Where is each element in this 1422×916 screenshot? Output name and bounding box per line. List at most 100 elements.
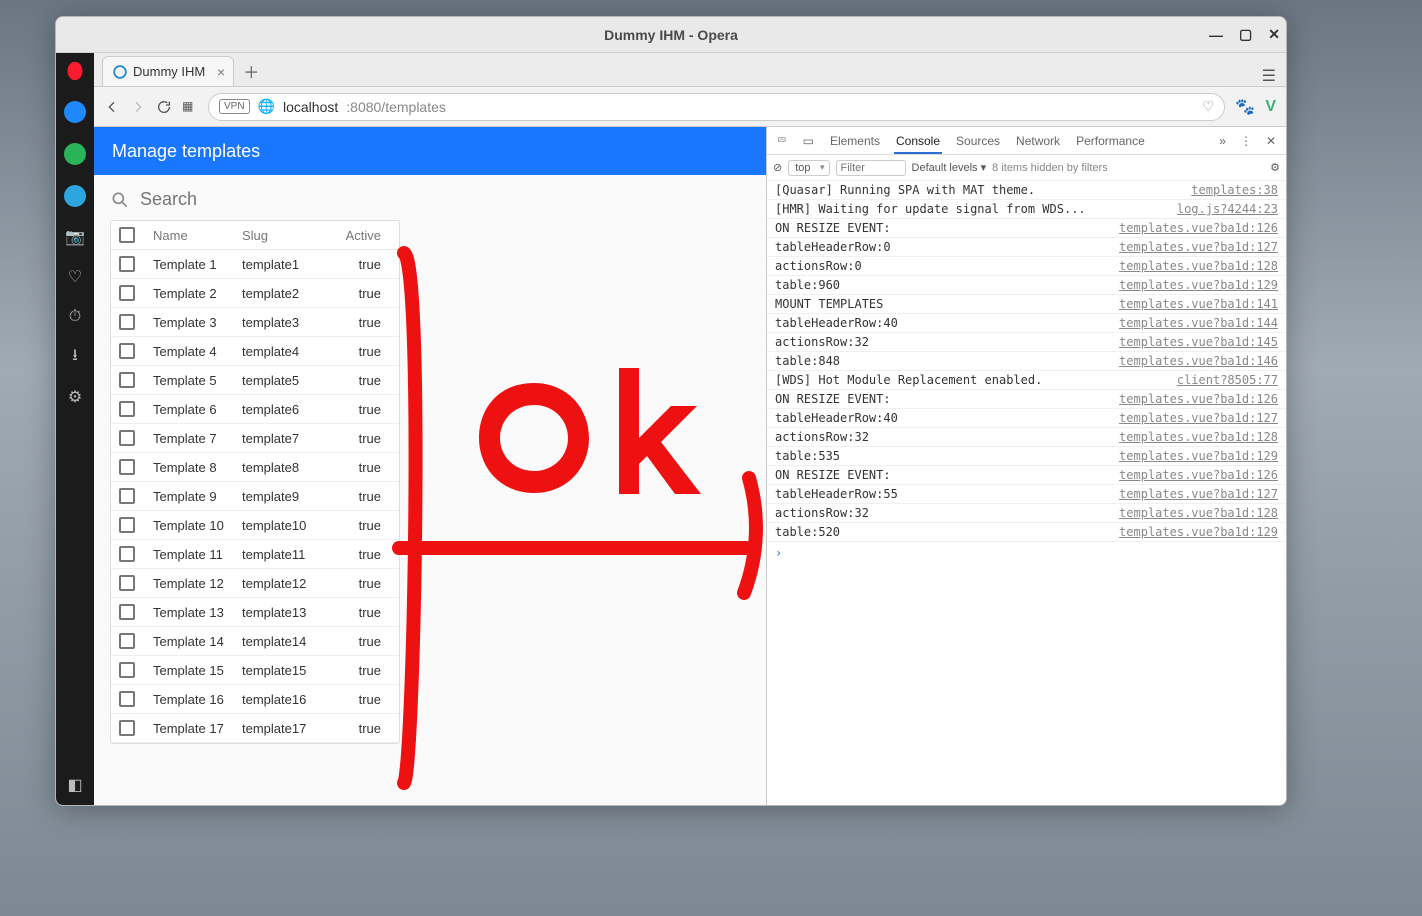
table-row[interactable]: Template 1template1true <box>111 250 399 279</box>
log-source-link[interactable]: templates.vue?ba1d:126 <box>1119 221 1278 235</box>
row-checkbox[interactable] <box>119 546 135 562</box>
close-button[interactable]: ✕ <box>1268 26 1280 43</box>
console-filter-input[interactable] <box>836 160 906 176</box>
log-source-link[interactable]: templates.vue?ba1d:128 <box>1119 259 1278 273</box>
row-checkbox[interactable] <box>119 575 135 591</box>
inspect-icon[interactable]: ⮹ <box>775 127 789 154</box>
telegram-icon[interactable] <box>64 185 86 207</box>
table-row[interactable]: Template 11template11true <box>111 540 399 569</box>
table-row[interactable]: Template 13template13true <box>111 598 399 627</box>
snapshot-icon[interactable]: 📷 <box>65 227 85 247</box>
row-checkbox[interactable] <box>119 633 135 649</box>
tab-menu-button[interactable]: ☰ <box>1262 66 1276 86</box>
clear-console-icon[interactable]: ⊘ <box>773 161 782 174</box>
log-source-link[interactable]: templates.vue?ba1d:129 <box>1119 278 1278 292</box>
log-source-link[interactable]: log.js?4244:23 <box>1177 202 1278 216</box>
row-checkbox[interactable] <box>119 662 135 678</box>
devtools-menu-icon[interactable]: ⋮ <box>1238 128 1254 154</box>
opera-logo-icon[interactable] <box>65 61 85 81</box>
log-source-link[interactable]: templates:38 <box>1191 183 1278 197</box>
select-all-checkbox[interactable] <box>119 227 135 243</box>
console-scope-select[interactable]: top <box>788 160 829 176</box>
whatsapp-icon[interactable] <box>64 143 86 165</box>
sidebar-collapse-icon[interactable]: ◧ <box>65 775 85 795</box>
tab-console[interactable]: Console <box>894 128 942 154</box>
log-source-link[interactable]: templates.vue?ba1d:128 <box>1119 506 1278 520</box>
row-checkbox[interactable] <box>119 488 135 504</box>
tab-sources[interactable]: Sources <box>954 128 1002 154</box>
log-source-link[interactable]: templates.vue?ba1d:127 <box>1119 487 1278 501</box>
table-row[interactable]: Template 9template9true <box>111 482 399 511</box>
log-source-link[interactable]: templates.vue?ba1d:129 <box>1119 525 1278 539</box>
console-levels-select[interactable]: Default levels ▾ <box>912 161 987 174</box>
vue-devtools-icon[interactable]: V <box>1265 98 1276 116</box>
row-checkbox[interactable] <box>119 401 135 417</box>
row-checkbox[interactable] <box>119 314 135 330</box>
log-source-link[interactable]: templates.vue?ba1d:126 <box>1119 468 1278 482</box>
bookmark-icon[interactable]: ♡ <box>1202 98 1215 115</box>
log-source-link[interactable]: templates.vue?ba1d:129 <box>1119 449 1278 463</box>
table-row[interactable]: Template 14template14true <box>111 627 399 656</box>
log-source-link[interactable]: templates.vue?ba1d:128 <box>1119 430 1278 444</box>
console-output[interactable]: [Quasar] Running SPA with MAT theme.temp… <box>767 181 1286 805</box>
messenger-icon[interactable] <box>64 101 86 123</box>
table-row[interactable]: Template 17template17true <box>111 714 399 743</box>
log-source-link[interactable]: templates.vue?ba1d:126 <box>1119 392 1278 406</box>
table-row[interactable]: Template 10template10true <box>111 511 399 540</box>
table-row[interactable]: Template 5template5true <box>111 366 399 395</box>
settings-icon[interactable]: ⚙ <box>65 387 85 407</box>
table-row[interactable]: Template 12template12true <box>111 569 399 598</box>
search-input[interactable] <box>140 189 340 210</box>
row-checkbox[interactable] <box>119 691 135 707</box>
devtools-more-icon[interactable]: » <box>1217 128 1228 154</box>
row-checkbox[interactable] <box>119 256 135 272</box>
downloads-icon[interactable]: ⭳ <box>65 347 85 367</box>
console-log-line: tableHeaderRow:40templates.vue?ba1d:127 <box>767 409 1286 428</box>
tab-network[interactable]: Network <box>1014 128 1062 154</box>
row-checkbox[interactable] <box>119 430 135 446</box>
row-checkbox[interactable] <box>119 517 135 533</box>
log-source-link[interactable]: templates.vue?ba1d:144 <box>1119 316 1278 330</box>
row-checkbox[interactable] <box>119 604 135 620</box>
table-row[interactable]: Template 8template8true <box>111 453 399 482</box>
history-icon[interactable]: ⏱ <box>65 307 85 327</box>
log-source-link[interactable]: templates.vue?ba1d:127 <box>1119 240 1278 254</box>
maximize-button[interactable]: ▢ <box>1239 26 1252 43</box>
extension-icon[interactable]: 🐾 <box>1235 97 1255 117</box>
row-active: true <box>331 576 391 591</box>
tab-close-icon[interactable]: × <box>217 64 225 80</box>
log-source-link[interactable]: templates.vue?ba1d:141 <box>1119 297 1278 311</box>
back-button[interactable] <box>104 99 120 115</box>
tab-elements[interactable]: Elements <box>828 128 882 154</box>
table-row[interactable]: Template 16template16true <box>111 685 399 714</box>
log-source-link[interactable]: templates.vue?ba1d:127 <box>1119 411 1278 425</box>
reload-button[interactable] <box>156 99 172 115</box>
table-row[interactable]: Template 6template6true <box>111 395 399 424</box>
row-checkbox[interactable] <box>119 459 135 475</box>
row-checkbox[interactable] <box>119 285 135 301</box>
table-row[interactable]: Template 4template4true <box>111 337 399 366</box>
devtools-close-icon[interactable]: ✕ <box>1264 128 1278 154</box>
speed-dial-icon[interactable]: ▦ <box>182 99 198 115</box>
url-field[interactable]: VPN 🌐 localhost:8080/templates ♡ <box>208 93 1225 121</box>
log-source-link[interactable]: templates.vue?ba1d:146 <box>1119 354 1278 368</box>
table-row[interactable]: Template 2template2true <box>111 279 399 308</box>
table-row[interactable]: Template 15template15true <box>111 656 399 685</box>
device-toggle-icon[interactable]: ▭ <box>801 128 816 154</box>
vpn-badge[interactable]: VPN <box>219 99 250 114</box>
heart-icon[interactable]: ♡ <box>65 267 85 287</box>
console-prompt[interactable]: › <box>767 542 1286 564</box>
table-row[interactable]: Template 7template7true <box>111 424 399 453</box>
forward-button[interactable] <box>130 99 146 115</box>
console-settings-icon[interactable]: ⚙ <box>1270 161 1280 174</box>
table-row[interactable]: Template 3template3true <box>111 308 399 337</box>
minimize-button[interactable]: — <box>1209 27 1223 43</box>
row-checkbox[interactable] <box>119 372 135 388</box>
new-tab-button[interactable]: ＋ <box>238 58 264 84</box>
log-source-link[interactable]: templates.vue?ba1d:145 <box>1119 335 1278 349</box>
row-checkbox[interactable] <box>119 343 135 359</box>
tab-dummy-ihm[interactable]: Dummy IHM × <box>102 56 234 86</box>
tab-performance[interactable]: Performance <box>1074 128 1147 154</box>
log-source-link[interactable]: client?8505:77 <box>1177 373 1278 387</box>
row-checkbox[interactable] <box>119 720 135 736</box>
